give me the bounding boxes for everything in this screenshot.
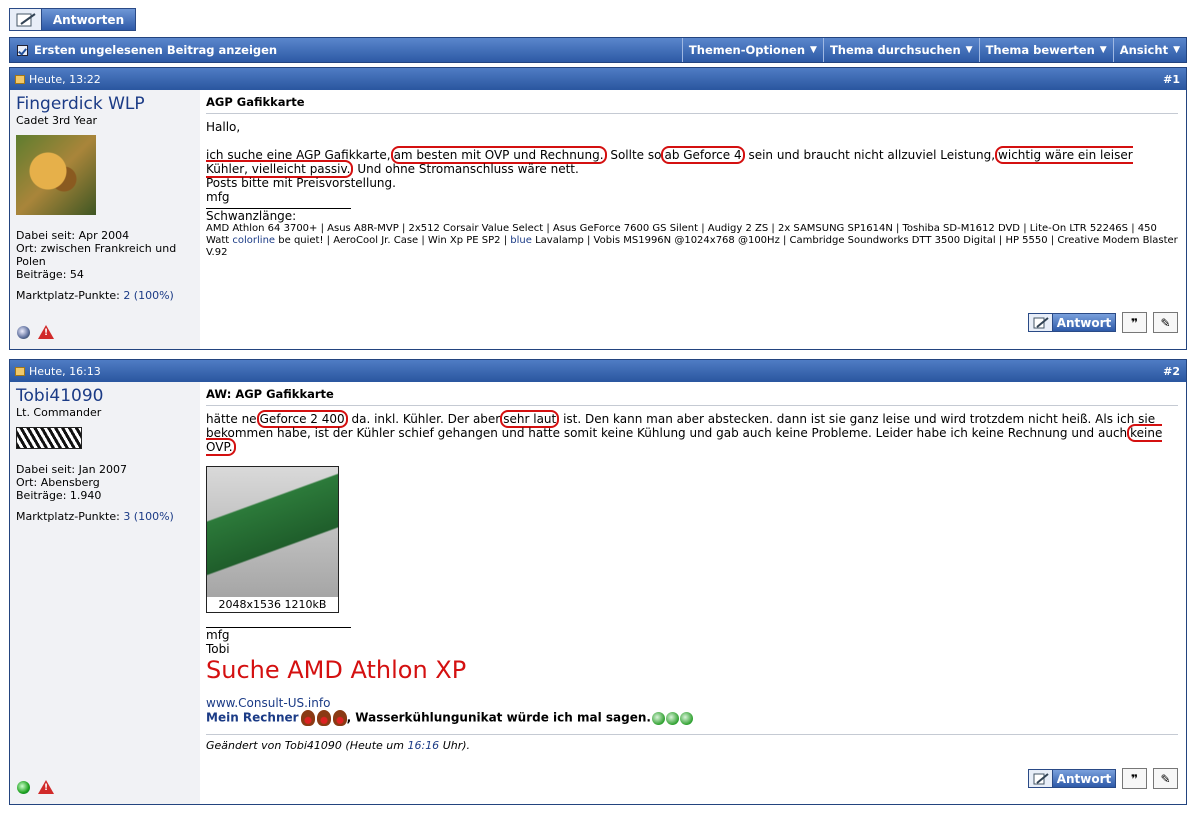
my-rig-link[interactable]: Mein Rechner [206, 711, 299, 725]
edit-button[interactable]: ✎ [1153, 768, 1178, 789]
reindeer-smiley-icon [300, 710, 315, 726]
grin-smiley-icon [679, 711, 693, 725]
chevron-down-icon: ▼ [1173, 45, 1180, 55]
chevron-down-icon: ▼ [965, 45, 973, 55]
pencil-icon [1029, 770, 1053, 787]
post-icon [15, 74, 25, 84]
post-number-link[interactable]: #2 [1163, 365, 1180, 378]
attachment-thumbnail[interactable]: 2048x1536 1210kB [206, 466, 339, 613]
signature-text: AMD Athlon 64 3700+ | Asus A8R-MVP | 2x5… [206, 223, 1178, 258]
user-post-count: Beiträge: 54 [16, 268, 84, 281]
avatar[interactable] [16, 427, 82, 449]
user-title: Lt. Commander [16, 406, 102, 419]
offline-status-icon [17, 325, 30, 339]
chevron-down-icon: ▼ [1099, 45, 1107, 55]
edit-icon: ✎ [1160, 771, 1171, 786]
username-link[interactable]: Tobi41090 [16, 386, 194, 406]
user-location: Ort: Abensberg [16, 476, 100, 489]
post-icon [15, 366, 25, 376]
reply-button[interactable]: Antwort [1028, 313, 1116, 332]
first-unread-link[interactable]: Ersten ungelesenen Beitrag anzeigen [10, 38, 682, 62]
pencil-icon [1029, 314, 1053, 331]
menu-view[interactable]: Ansicht ▼ [1112, 38, 1186, 62]
post-date: Heute, 16:13 [29, 364, 101, 378]
menu-rate-thread[interactable]: Thema bewerten ▼ [978, 38, 1113, 62]
quote-icon: ❞ [1130, 771, 1139, 786]
menu-search-thread[interactable]: Thema durchsuchen ▼ [822, 38, 979, 62]
avatar[interactable] [16, 135, 96, 215]
user-joined: Dabei seit: Apr 2004 [16, 229, 130, 242]
grin-smiley-icon [651, 711, 665, 725]
graphics-card-image [207, 467, 338, 598]
post-1: Heute, 13:22 #1 Fingerdick WLP Cadet 3rd… [9, 67, 1187, 350]
highlight-circle: ab Geforce 4 [661, 146, 745, 164]
signature-label: Schwanzlänge: [206, 209, 297, 223]
quote-button[interactable]: ❞ [1122, 312, 1147, 333]
user-post-count: Beiträge: 1.940 [16, 489, 102, 502]
signature-headline: Suche AMD Athlon XP [206, 656, 467, 684]
chevron-down-icon: ▼ [810, 45, 817, 55]
quote-icon: ❞ [1130, 315, 1139, 330]
checkmark-icon [17, 44, 28, 56]
user-title: Cadet 3rd Year [16, 114, 98, 127]
user-info: Tobi41090 Lt. Commander Dabei seit: Jan … [10, 382, 200, 804]
reply-button-top[interactable]: Antworten [9, 8, 136, 31]
user-market-points: Marktplatz-Punkte: 3 (100%) [16, 510, 174, 523]
thread-toolbar: Ersten ungelesenen Beitrag anzeigen Them… [9, 37, 1187, 63]
username-link[interactable]: Fingerdick WLP [16, 94, 194, 114]
post-header: Heute, 16:13 #2 [10, 360, 1186, 382]
user-location: Ort: zwischen Frankreich und Polen [16, 242, 177, 268]
edit-button[interactable]: ✎ [1153, 312, 1178, 333]
post-content: AW: AGP Gafikkarte hätte ne Geforce 2 400… [200, 382, 1186, 804]
post-title: AW: AGP Gafikkarte [206, 387, 1178, 406]
edit-icon: ✎ [1160, 315, 1171, 330]
reindeer-smiley-icon [332, 710, 347, 726]
edited-note: Geändert von Tobi41090 (Heute um 16:16 U… [206, 734, 1178, 753]
post-number-link[interactable]: #1 [1163, 73, 1180, 86]
user-info: Fingerdick WLP Cadet 3rd Year Dabei seit… [10, 90, 200, 349]
report-post-icon[interactable] [38, 780, 54, 795]
user-joined: Dabei seit: Jan 2007 [16, 463, 128, 476]
pencil-icon [10, 9, 42, 30]
post-content: AGP Gafikkarte Hallo, ich suche eine AGP… [200, 90, 1186, 349]
online-status-icon [17, 780, 30, 794]
post-message: Hallo, ich suche eine AGP Gafikkarte, am … [206, 120, 1178, 258]
grin-smiley-icon [665, 711, 679, 725]
post-date: Heute, 13:22 [29, 72, 101, 86]
menu-thread-options[interactable]: Themen-Optionen ▼ [681, 38, 823, 62]
user-market-points: Marktplatz-Punkte: 2 (100%) [16, 289, 174, 302]
signature-url-link[interactable]: www.Consult-US.info [206, 696, 1178, 710]
post-header: Heute, 13:22 #1 [10, 68, 1186, 90]
reindeer-smiley-icon [316, 710, 331, 726]
report-post-icon[interactable] [38, 325, 54, 340]
reply-button[interactable]: Antwort [1028, 769, 1116, 788]
post-2: Heute, 16:13 #2 Tobi41090 Lt. Commander … [9, 359, 1187, 805]
post-message: hätte ne Geforce 2 400 da. inkl. Kühler. … [206, 410, 1178, 753]
quote-button[interactable]: ❞ [1122, 768, 1147, 789]
reply-button-label: Antworten [52, 12, 125, 27]
post-title: AGP Gafikkarte [206, 95, 1178, 114]
image-caption: 2048x1536 1210kB [207, 597, 338, 612]
